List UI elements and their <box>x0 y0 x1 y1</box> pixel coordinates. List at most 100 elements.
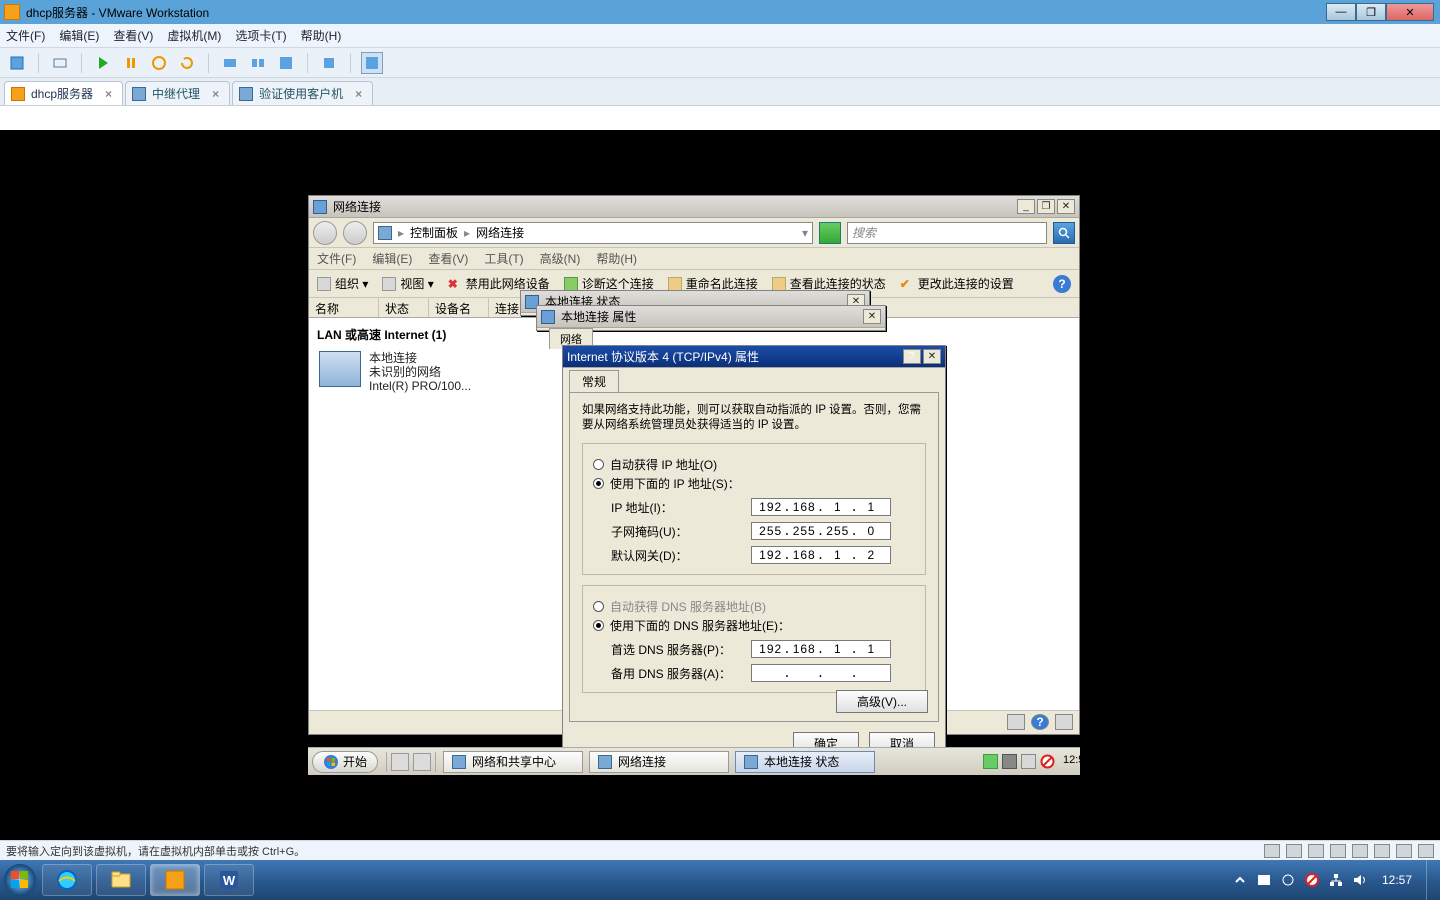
refresh-button[interactable] <box>819 222 841 244</box>
ipd-titlebar[interactable]: Internet 协议版本 4 (TCP/IPv4) 属性 ? ✕ <box>563 346 945 368</box>
address-bar[interactable]: ▸ 控制面板 ▸ 网络连接 ▾ <box>373 222 813 244</box>
crumb-control-panel[interactable]: 控制面板 <box>410 224 458 241</box>
forward-button[interactable] <box>343 221 367 245</box>
tab-close-icon[interactable]: × <box>212 87 219 101</box>
cmd-organize[interactable]: 组织 ▾ <box>317 275 368 292</box>
tray-blocked-icon[interactable] <box>1304 872 1320 888</box>
dns2-input[interactable]: ... <box>751 664 891 682</box>
ip-address-input[interactable]: 192.168.1.1 <box>751 498 891 516</box>
tab-dhcp[interactable]: dhcp服务器× <box>4 81 123 105</box>
cmd-change[interactable]: ✔更改此连接的设置 <box>900 275 1014 292</box>
host-clock[interactable]: 12:57 <box>1376 874 1418 887</box>
close-button[interactable]: ✕ <box>1386 3 1434 21</box>
tb-unity-icon[interactable] <box>318 52 340 74</box>
guest-clock[interactable]: 12:57 <box>1059 754 1074 769</box>
radio-manual-dns[interactable]: 使用下面的 DNS 服务器地址(E)： <box>593 617 915 634</box>
device-icon[interactable] <box>1286 844 1302 858</box>
nc-filemenu[interactable]: 文件(F) 编辑(E) 查看(V) 工具(T) 高级(N) 帮助(H) <box>309 248 1079 270</box>
nc-menu-advanced[interactable]: 高级(N) <box>540 250 581 267</box>
show-desktop-button[interactable] <box>1426 860 1436 900</box>
menu-vm[interactable]: 虚拟机(M) <box>167 27 221 44</box>
nc-menu-tools[interactable]: 工具(T) <box>484 250 523 267</box>
vmware-menubar[interactable]: 文件(F) 编辑(E) 查看(V) 虚拟机(M) 选项卡(T) 帮助(H) <box>0 24 1440 48</box>
tb-snapmgr-icon[interactable] <box>247 52 269 74</box>
tab-relay[interactable]: 中继代理× <box>125 81 230 105</box>
tray-network-icon[interactable] <box>1021 754 1036 769</box>
close-button[interactable]: ✕ <box>923 349 941 364</box>
tray-blocked-icon[interactable] <box>1040 754 1055 769</box>
menu-edit[interactable]: 编辑(E) <box>59 27 99 44</box>
tray-icon[interactable] <box>983 754 998 769</box>
crumb-network[interactable]: 网络连接 <box>476 224 524 241</box>
tray-network-icon[interactable] <box>1328 872 1344 888</box>
advanced-button[interactable]: 高级(V)... <box>836 690 928 713</box>
tb-revert-icon[interactable] <box>275 52 297 74</box>
tray-usb-icon[interactable] <box>1280 872 1296 888</box>
close-button[interactable]: ✕ <box>863 309 881 324</box>
tray-volume-icon[interactable] <box>1352 872 1368 888</box>
guest-taskbar[interactable]: 开始 网络和共享中心 网络连接 本地连接 状态 12:57 <box>308 747 1080 775</box>
tray-action-icon[interactable] <box>1256 872 1272 888</box>
tb-fullscreen-icon[interactable] <box>361 52 383 74</box>
tab-close-icon[interactable]: × <box>105 87 112 101</box>
nc-view2-icon[interactable] <box>1055 714 1073 730</box>
device-icon[interactable] <box>1264 844 1280 858</box>
device-icon[interactable] <box>1418 844 1434 858</box>
cmd-views[interactable]: 视图 ▾ <box>382 275 433 292</box>
vm-viewport[interactable]: 网络连接 _ ❐ ✕ ▸ 控制面板 ▸ <box>0 130 1440 840</box>
start-button[interactable]: 开始 <box>312 751 378 773</box>
device-icon[interactable] <box>1396 844 1412 858</box>
tcpip-dialog[interactable]: Internet 协议版本 4 (TCP/IPv4) 属性 ? ✕ 常规 如果网… <box>562 345 946 755</box>
device-icon[interactable] <box>1330 844 1346 858</box>
nc-menu-help[interactable]: 帮助(H) <box>596 250 637 267</box>
taskbtn-ie[interactable] <box>42 864 92 896</box>
taskbtn-network-conn[interactable]: 网络连接 <box>589 751 729 773</box>
dns1-input[interactable]: 192.168.1.1 <box>751 640 891 658</box>
back-button[interactable] <box>313 221 337 245</box>
nc-menu-view[interactable]: 查看(V) <box>428 250 468 267</box>
menu-help[interactable]: 帮助(H) <box>301 27 342 44</box>
ql-icon[interactable] <box>413 753 431 771</box>
col-status[interactable]: 状态 <box>379 298 429 317</box>
close-button[interactable]: ✕ <box>1057 199 1075 214</box>
tb-poweroff-icon[interactable] <box>148 52 170 74</box>
search-input[interactable]: 搜索 <box>847 222 1047 244</box>
tb-snapshot-icon[interactable] <box>219 52 241 74</box>
menu-tabs[interactable]: 选项卡(T) <box>235 27 286 44</box>
help-button[interactable]: ? <box>1053 275 1071 293</box>
taskbtn-word[interactable]: W <box>204 864 254 896</box>
col-name[interactable]: 名称 <box>309 298 379 317</box>
local-conn-props-window[interactable]: 本地连接 属性 ✕ 网络 <box>536 305 886 331</box>
device-icon[interactable] <box>1374 844 1390 858</box>
tray-chevron-icon[interactable] <box>1232 872 1248 888</box>
subnet-mask-input[interactable]: 255.255.255.0 <box>751 522 891 540</box>
col-device[interactable]: 设备名 <box>429 298 489 317</box>
search-go-button[interactable] <box>1053 222 1075 244</box>
tab-general[interactable]: 常规 <box>569 370 619 392</box>
taskbtn-sharing-center[interactable]: 网络和共享中心 <box>443 751 583 773</box>
device-icon[interactable] <box>1352 844 1368 858</box>
device-icon[interactable] <box>1308 844 1324 858</box>
nc-help-icon[interactable]: ? <box>1031 714 1049 730</box>
nc-view1-icon[interactable] <box>1007 714 1025 730</box>
menu-view[interactable]: 查看(V) <box>113 27 153 44</box>
whatsthis-button[interactable]: ? <box>903 349 921 364</box>
tab-client[interactable]: 验证使用客户机× <box>232 81 373 105</box>
maximize-button[interactable]: ❐ <box>1356 3 1386 21</box>
host-taskbar[interactable]: W 12:57 <box>0 860 1440 900</box>
radio-manual-ip[interactable]: 使用下面的 IP 地址(S)： <box>593 475 915 492</box>
tb-suspend-icon[interactable] <box>120 52 142 74</box>
start-orb[interactable] <box>0 860 40 900</box>
aero-titlebar[interactable]: dhcp服务器 - VMware Workstation — ❐ ✕ <box>0 0 1440 24</box>
tb-library-icon[interactable] <box>49 52 71 74</box>
tb-poweron-icon[interactable] <box>92 52 114 74</box>
nc-titlebar[interactable]: 网络连接 _ ❐ ✕ <box>309 196 1079 218</box>
tb-home-icon[interactable] <box>6 52 28 74</box>
tray-icon[interactable] <box>1002 754 1017 769</box>
minimize-button[interactable]: _ <box>1017 199 1035 214</box>
taskbtn-local-status[interactable]: 本地连接 状态 <box>735 751 875 773</box>
restore-button[interactable]: ❐ <box>1037 199 1055 214</box>
ql-icon[interactable] <box>391 753 409 771</box>
gateway-input[interactable]: 192.168.1.2 <box>751 546 891 564</box>
nc-menu-edit[interactable]: 编辑(E) <box>372 250 412 267</box>
